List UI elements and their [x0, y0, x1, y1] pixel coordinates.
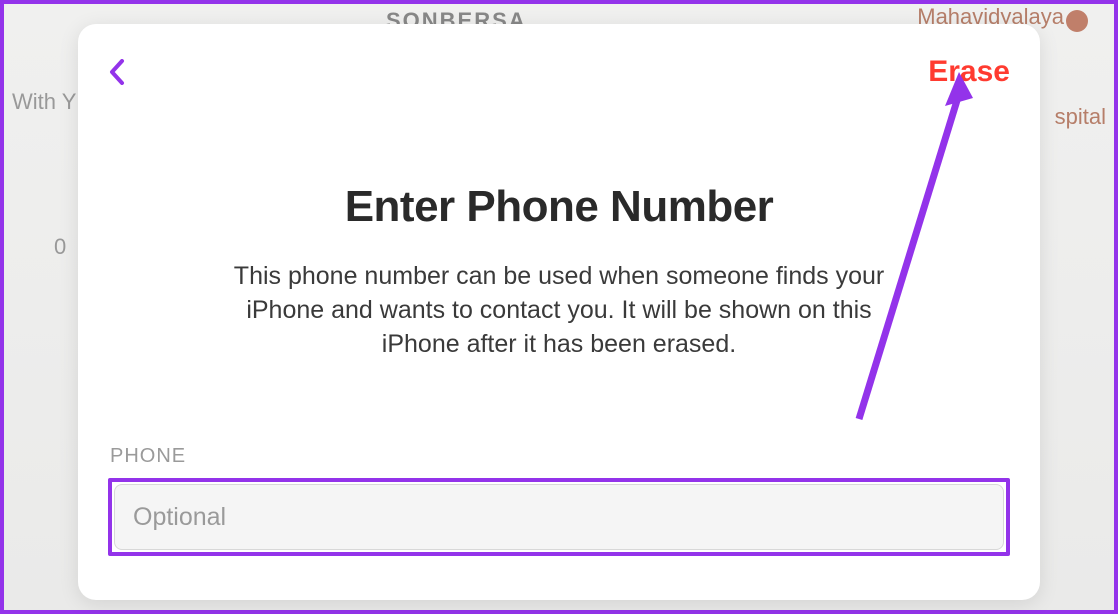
back-icon[interactable]: [108, 58, 126, 86]
phone-label: PHONE: [110, 445, 1010, 468]
map-label-hospital: spital: [1055, 104, 1106, 130]
phone-section: PHONE: [108, 445, 1010, 556]
phone-input-highlight: [108, 478, 1010, 556]
phone-input[interactable]: [114, 484, 1004, 550]
modal-description: This phone number can be used when someo…: [108, 260, 1010, 361]
erase-phone-modal: Erase Enter Phone Number This phone numb…: [78, 24, 1040, 600]
erase-button[interactable]: Erase: [928, 55, 1010, 89]
map-label-zero: 0: [54, 234, 66, 260]
modal-header: Erase: [108, 52, 1010, 92]
map-label-withy: With Y: [12, 89, 76, 115]
map-marker-icon: [1066, 10, 1088, 32]
modal-title: Enter Phone Number: [108, 182, 1010, 232]
